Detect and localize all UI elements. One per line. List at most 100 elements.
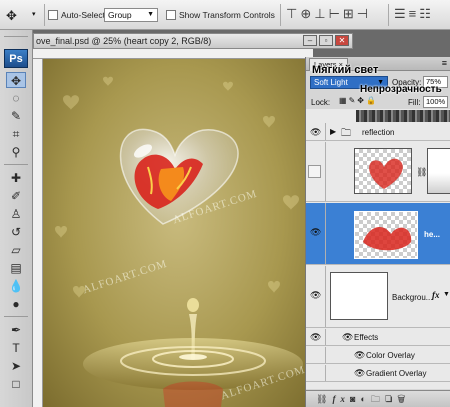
expand-triangle-icon[interactable]: ▼ [443, 291, 450, 298]
distribute-bottom-icon[interactable]: ☷ [419, 6, 434, 21]
crop-tool-icon[interactable]: ⌗ [6, 126, 26, 142]
panel-menu-icon[interactable]: ≡ [442, 58, 447, 68]
window-buttons: – ▫ ✕ [303, 35, 349, 46]
toolbox-grip[interactable] [4, 36, 28, 37]
gradient-tool-icon[interactable]: ▤ [6, 260, 26, 276]
eye-icon[interactable]: 👁 [354, 368, 365, 379]
layer-row-background[interactable]: 👁 Backgrou... fx ▼ [306, 266, 450, 328]
tool-preset-chevron-icon[interactable]: ▾ [32, 10, 36, 18]
fill-label: Fill: [408, 98, 421, 107]
align-hcenter-icon[interactable]: ⊞ [343, 6, 357, 21]
thumbnail-art [363, 227, 412, 251]
auto-select-dropdown[interactable]: Group ▼ [104, 8, 158, 22]
restore-icon[interactable]: ▫ [319, 35, 333, 46]
effect-row-color-overlay[interactable]: 👁 Color Overlay [306, 347, 450, 364]
layer-mask-thumbnail[interactable] [427, 148, 450, 194]
new-group-icon[interactable]: 🗀 [371, 394, 385, 404]
distribute-icons-group[interactable]: ☰≡☷ [394, 6, 434, 22]
gutter [325, 142, 326, 201]
thumbnail-art [369, 158, 403, 189]
healing-brush-tool-icon[interactable]: ✚ [6, 170, 26, 186]
eye-icon[interactable]: 👁 [342, 332, 353, 343]
document-canvas[interactable]: ALFOART.COM ALFOART.COM ALFOART.COM [43, 59, 313, 407]
lock-position-icon[interactable]: ✥ [357, 96, 366, 105]
align-top-icon[interactable]: ⊤ [286, 6, 300, 21]
document-tab[interactable]: ove_final.psd @ 25% (heart copy 2, RGB/8… [33, 33, 353, 49]
chevron-down-icon: ▼ [147, 11, 154, 18]
auto-select-checkbox[interactable] [48, 10, 58, 20]
brush-tool-icon[interactable]: ✐ [6, 188, 26, 204]
move-tool-icon[interactable]: ✥ [6, 72, 26, 88]
fill-field[interactable]: 100% [423, 96, 448, 108]
eye-icon[interactable]: 👁 [310, 332, 321, 343]
new-layer-icon[interactable]: ❏ [385, 394, 397, 404]
move-tool-icon[interactable]: ✥ [6, 8, 17, 24]
lasso-tool-icon[interactable]: ◌ [6, 90, 26, 106]
align-bottom-icon[interactable]: ⊥ [314, 6, 328, 21]
distribute-top-icon[interactable]: ☰ [394, 6, 409, 21]
gutter [325, 329, 326, 345]
gutter [325, 365, 326, 381]
photoshop-window: ✥ ▾ Auto-Select: Group ▼ Show Transform … [0, 0, 450, 407]
effect-name: Color Overlay [366, 351, 415, 360]
pen-tool-icon[interactable]: ✒ [6, 322, 26, 338]
lock-pixels-icon[interactable]: ✎ [349, 96, 358, 105]
layer-row-masked[interactable]: ⛓ [306, 142, 450, 202]
canvas-artwork [55, 76, 303, 407]
align-left-icon[interactable]: ⊢ [329, 6, 343, 21]
close-icon[interactable]: ✕ [335, 35, 349, 46]
eye-icon[interactable]: 👁 [354, 350, 365, 361]
layers-list: 👁 ▶ 🗀 reflection ⛓ 👁 he... 👁 Backgrou...… [306, 109, 450, 389]
annotation-opacity: Непрозрачность [360, 84, 442, 95]
quick-selection-tool-icon[interactable]: ✎ [6, 108, 26, 124]
type-tool-icon[interactable]: T [6, 340, 26, 356]
link-layers-icon[interactable]: ⛓ [316, 394, 332, 404]
layer-row-heart[interactable]: 👁 he... [306, 203, 450, 265]
layers-panel: Layers × ≡ Soft Light ▼ Opacity: 75% Loc… [305, 57, 450, 407]
effect-row-gradient-overlay[interactable]: 👁 Gradient Overlay [306, 365, 450, 382]
dodge-tool-icon[interactable]: ● [6, 296, 26, 312]
delete-layer-icon[interactable]: 🗑 [397, 394, 410, 404]
options-bar: ✥ ▾ Auto-Select: Group ▼ Show Transform … [0, 0, 450, 30]
clone-stamp-tool-icon[interactable]: ♙ [6, 206, 26, 222]
minimize-icon[interactable]: – [303, 35, 317, 46]
path-selection-tool-icon[interactable]: ➤ [6, 358, 26, 374]
eye-icon[interactable]: 👁 [310, 127, 321, 138]
layer-name: he... [424, 230, 441, 239]
vertical-ruler[interactable] [33, 59, 43, 407]
shape-tool-icon[interactable]: □ [6, 376, 26, 392]
gutter [325, 347, 326, 363]
fx-badge[interactable]: fx [432, 290, 440, 300]
expand-triangle-icon[interactable]: ▶ [330, 127, 336, 136]
align-right-icon[interactable]: ⊣ [357, 6, 371, 21]
effect-name: Gradient Overlay [366, 369, 427, 378]
eye-icon[interactable]: 👁 [310, 290, 321, 301]
align-icons-group[interactable]: ⊤⊕⊥⊢⊞⊣ [286, 6, 371, 22]
show-transform-checkbox[interactable] [166, 10, 176, 20]
visibility-toggle-empty[interactable] [308, 165, 321, 178]
lock-transparency-icon[interactable]: ▦ [339, 96, 349, 105]
ps-logo[interactable]: Ps [4, 49, 28, 68]
blur-tool-icon[interactable]: 💧 [6, 278, 26, 294]
chain-link-icon[interactable]: ⛓ [416, 167, 427, 178]
effects-row[interactable]: 👁 👁 Effects [306, 329, 450, 346]
add-style-icon[interactable]: fx [332, 394, 350, 404]
horizontal-ruler[interactable] [33, 49, 313, 59]
show-transform-label: Show Transform Controls [179, 10, 275, 20]
eye-icon[interactable]: 👁 [310, 227, 321, 238]
lock-icons-group: ▦✎✥🔒 [339, 96, 378, 105]
add-mask-icon[interactable]: ◙ [350, 394, 360, 404]
annotation-blend-mode: Мягкий свет [312, 64, 379, 76]
history-brush-tool-icon[interactable]: ↺ [6, 224, 26, 240]
align-vcenter-icon[interactable]: ⊕ [300, 6, 314, 21]
lock-all-icon[interactable]: 🔒 [366, 96, 378, 105]
distribute-vcenter-icon[interactable]: ≡ [409, 6, 420, 21]
layer-row-reflection[interactable]: 👁 ▶ 🗀 reflection [306, 123, 450, 141]
separator [388, 4, 389, 26]
eyedropper-tool-icon[interactable]: ⚲ [6, 144, 26, 160]
document-title: ove_final.psd @ 25% (heart copy 2, RGB/8… [36, 36, 212, 46]
adjustment-layer-icon[interactable]: ◐ [360, 394, 370, 404]
water-drop [187, 298, 199, 312]
layer-thumbnail [354, 211, 418, 259]
eraser-tool-icon[interactable]: ▱ [6, 242, 26, 258]
